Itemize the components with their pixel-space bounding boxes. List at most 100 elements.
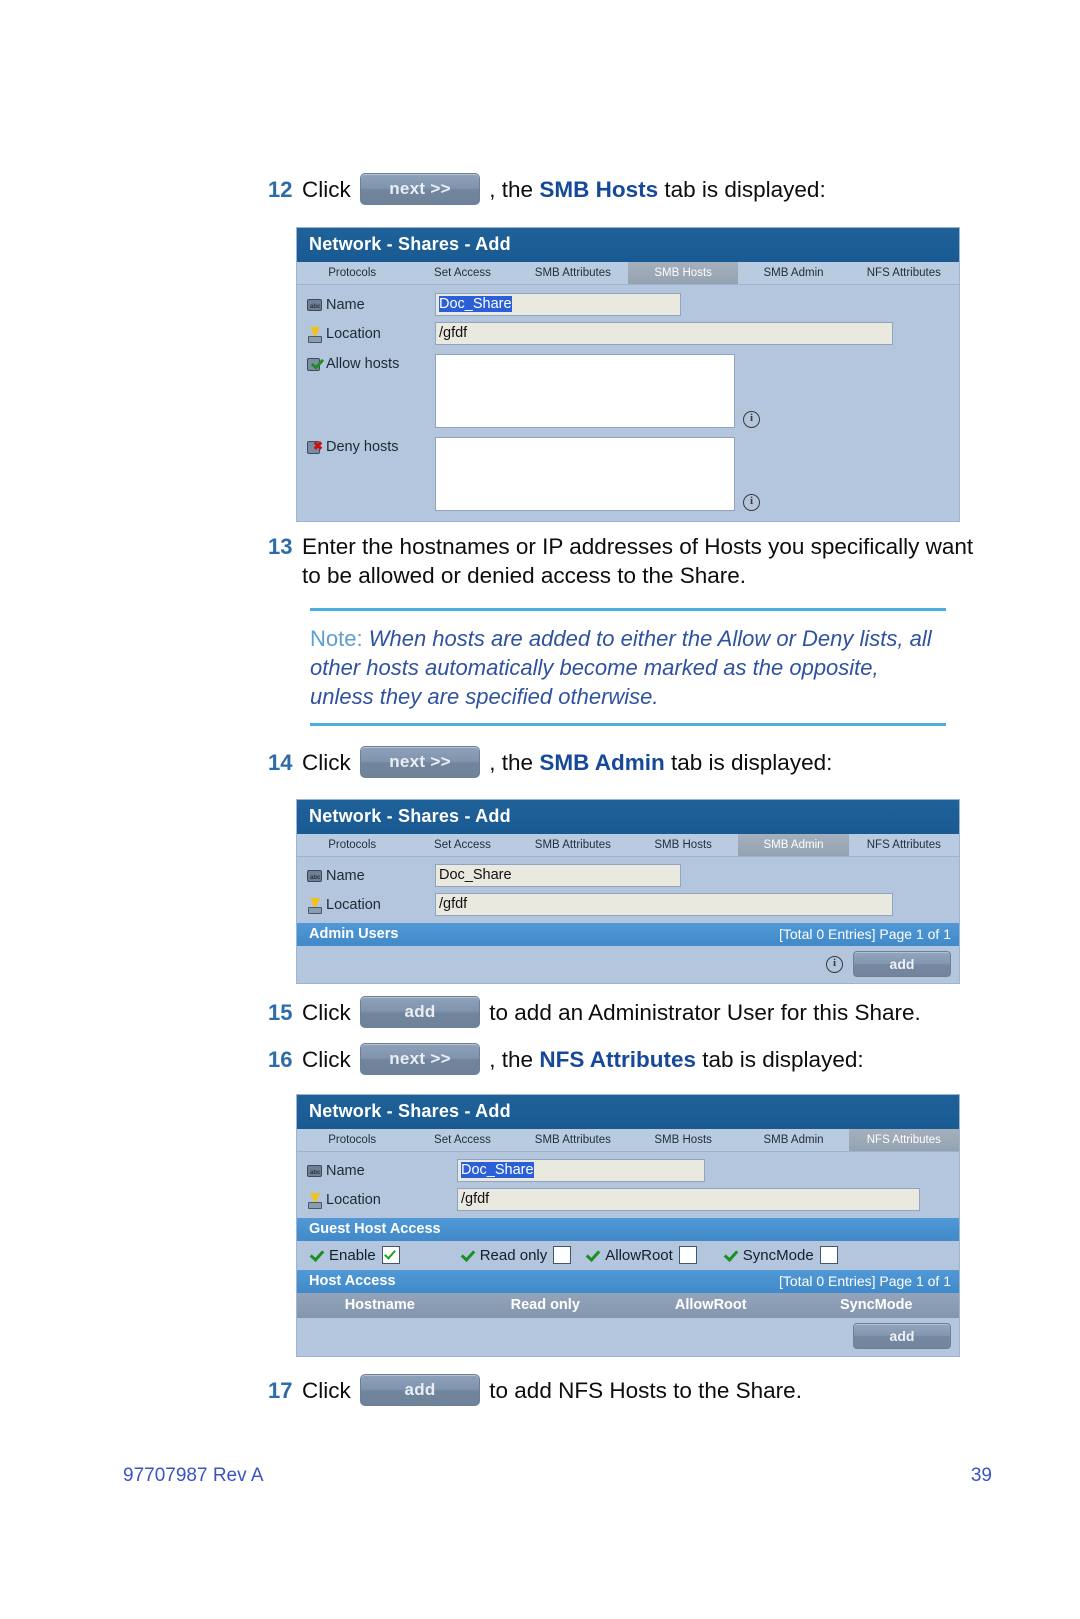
guest-host-access-section-bar: Guest Host Access xyxy=(297,1218,959,1241)
name-label-1: Name xyxy=(307,297,435,313)
step-14: 14 Click next >> , the SMB Admin tab is … xyxy=(268,746,980,780)
tab-smb-hosts-2[interactable]: SMB Hosts xyxy=(628,834,738,856)
add-button-inline-15[interactable]: add xyxy=(360,996,481,1029)
document-page: 12 Click next >> , the SMB Hosts tab is … xyxy=(0,0,1080,1619)
tab-smb-attributes-2[interactable]: SMB Attributes xyxy=(518,834,628,856)
step-15-pre: Click xyxy=(302,1000,351,1025)
name-label-text-2: Name xyxy=(326,867,365,884)
step-12-bold: SMB Hosts xyxy=(539,177,659,202)
location-label-1: Location xyxy=(307,326,435,343)
tab-set-access-2[interactable]: Set Access xyxy=(407,834,517,856)
note-text: Note: When hosts are added to either the… xyxy=(310,624,946,711)
allowroot-checkbox[interactable] xyxy=(678,1246,697,1264)
panel-tabs-3[interactable]: Protocols Set Access SMB Attributes SMB … xyxy=(297,1129,959,1152)
tab-smb-attributes-1[interactable]: SMB Attributes xyxy=(518,262,628,284)
tab-smb-admin-3[interactable]: SMB Admin xyxy=(738,1129,848,1151)
location-label-3: Location xyxy=(307,1191,457,1209)
step-12-post: tab is displayed: xyxy=(658,177,826,202)
tab-nfs-attributes-1[interactable]: NFS Attributes xyxy=(849,262,959,284)
tab-smb-attributes-3[interactable]: SMB Attributes xyxy=(518,1129,628,1151)
enable-checkbox[interactable] xyxy=(381,1246,400,1264)
info-icon-deny[interactable]: i xyxy=(743,494,760,511)
name-label-text-1: Name xyxy=(326,296,365,313)
name-row-2: Name Doc_Share xyxy=(297,857,959,890)
add-admin-user-button[interactable]: add xyxy=(853,951,951,977)
panel-title-3: Network - Shares - Add xyxy=(297,1095,959,1129)
name-input-1[interactable]: Doc_Share xyxy=(435,293,681,316)
name-icon-1 xyxy=(307,297,324,313)
note-label: Note: xyxy=(310,626,363,651)
name-input-2[interactable]: Doc_Share xyxy=(435,864,681,887)
column-hostname: Hostname xyxy=(344,1297,415,1313)
step-16: 16 Click next >> , the NFS Attributes ta… xyxy=(268,1043,980,1077)
name-input-value-3: Doc_Share xyxy=(461,1162,534,1178)
step-17-pre: Click xyxy=(302,1378,351,1403)
note-block: Note: When hosts are added to either the… xyxy=(310,608,946,727)
step-13: 13 Enter the hostnames or IP addresses o… xyxy=(268,532,980,591)
tab-protocols-2[interactable]: Protocols xyxy=(297,834,407,856)
step-15: 15 Click add to add an Administrator Use… xyxy=(268,996,980,1030)
host-access-title: Host Access xyxy=(309,1273,396,1289)
step-15-text: Click add to add an Administrator User f… xyxy=(302,996,980,1030)
syncmode-checkbox[interactable] xyxy=(819,1246,838,1264)
guest-host-access-options: Enable Read only AllowRoot SyncMode xyxy=(297,1241,959,1270)
tab-smb-admin-1[interactable]: SMB Admin xyxy=(738,262,848,284)
allow-hosts-label-text: Allow hosts xyxy=(326,356,400,372)
footer-page-number: 39 xyxy=(970,1465,992,1486)
location-row-3: Location /gfdf xyxy=(297,1185,959,1218)
screenshot-smb-hosts-panel: Network - Shares - Add Protocols Set Acc… xyxy=(296,227,960,522)
step-16-text: Click next >> , the NFS Attributes tab i… xyxy=(302,1043,980,1077)
tab-protocols-3[interactable]: Protocols xyxy=(297,1129,407,1151)
step-16-number: 16 xyxy=(268,1047,293,1072)
admin-users-title: Admin Users xyxy=(309,926,399,942)
tab-nfs-attributes-3[interactable]: NFS Attributes xyxy=(848,1129,959,1151)
deny-hosts-textarea[interactable] xyxy=(435,437,735,511)
footer-doc-id: 97707987 Rev A xyxy=(123,1465,264,1486)
tab-protocols-1[interactable]: Protocols xyxy=(297,262,407,284)
column-allowroot: AllowRoot xyxy=(674,1297,747,1313)
screenshot-nfs-attributes-panel: Network - Shares - Add Protocols Set Acc… xyxy=(296,1094,960,1357)
name-label-3: Name xyxy=(307,1163,457,1179)
allow-hosts-label: Allow hosts xyxy=(307,354,435,372)
location-label-text-3: Location xyxy=(326,1191,381,1208)
tab-smb-admin-2[interactable]: SMB Admin xyxy=(738,834,849,856)
admin-users-actions: i add xyxy=(297,946,959,983)
column-syncmode: SyncMode xyxy=(839,1297,913,1313)
guest-host-access-title: Guest Host Access xyxy=(309,1221,441,1237)
name-input-3[interactable]: Doc_Share xyxy=(457,1159,705,1182)
admin-users-entries: [Total 0 Entries] Page 1 of 1 xyxy=(779,926,951,942)
name-label-text-3: Name xyxy=(326,1162,365,1179)
tab-set-access-1[interactable]: Set Access xyxy=(407,262,517,284)
step-17-text: Click add to add NFS Hosts to the Share. xyxy=(302,1374,980,1408)
location-input-3[interactable]: /gfdf xyxy=(457,1188,920,1211)
step-15-post: to add an Administrator User for this Sh… xyxy=(489,1000,921,1025)
info-icon-admin-users[interactable]: i xyxy=(826,955,843,973)
tab-smb-hosts-1[interactable]: SMB Hosts xyxy=(627,262,739,284)
location-icon-3 xyxy=(307,1192,324,1209)
location-row-1: Location /gfdf xyxy=(297,319,959,348)
panel-tabs-1[interactable]: Protocols Set Access SMB Attributes SMB … xyxy=(297,262,959,285)
info-icon-allow[interactable]: i xyxy=(743,411,760,428)
tab-nfs-attributes-2[interactable]: NFS Attributes xyxy=(849,834,959,856)
check-mark-icon-read-only xyxy=(460,1248,476,1262)
host-access-actions: add xyxy=(297,1318,959,1356)
next-button-inline-12[interactable]: next >> xyxy=(360,173,481,206)
add-nfs-host-button[interactable]: add xyxy=(853,1323,951,1349)
tab-smb-hosts-3[interactable]: SMB Hosts xyxy=(628,1129,738,1151)
next-button-inline-14[interactable]: next >> xyxy=(360,746,481,779)
note-body: When hosts are added to either the Allow… xyxy=(310,626,932,710)
location-input-1[interactable]: /gfdf xyxy=(435,322,893,345)
tab-set-access-3[interactable]: Set Access xyxy=(407,1129,517,1151)
location-label-text-2: Location xyxy=(326,896,381,913)
location-row-2: Location /gfdf xyxy=(297,890,959,923)
host-access-column-headers: Hostname Read only AllowRoot SyncMode xyxy=(297,1293,959,1318)
allow-hosts-textarea[interactable] xyxy=(435,354,735,428)
deny-hosts-label-text: Deny hosts xyxy=(326,439,399,455)
location-input-2[interactable]: /gfdf xyxy=(435,893,893,916)
add-button-inline-17[interactable]: add xyxy=(360,1374,481,1407)
next-button-inline-16[interactable]: next >> xyxy=(360,1043,481,1076)
read-only-checkbox[interactable] xyxy=(553,1246,572,1264)
panel-tabs-2[interactable]: Protocols Set Access SMB Attributes SMB … xyxy=(297,834,959,857)
step-16-bold: NFS Attributes xyxy=(539,1047,696,1072)
step-12-text: Click next >> , the SMB Hosts tab is dis… xyxy=(302,173,980,207)
